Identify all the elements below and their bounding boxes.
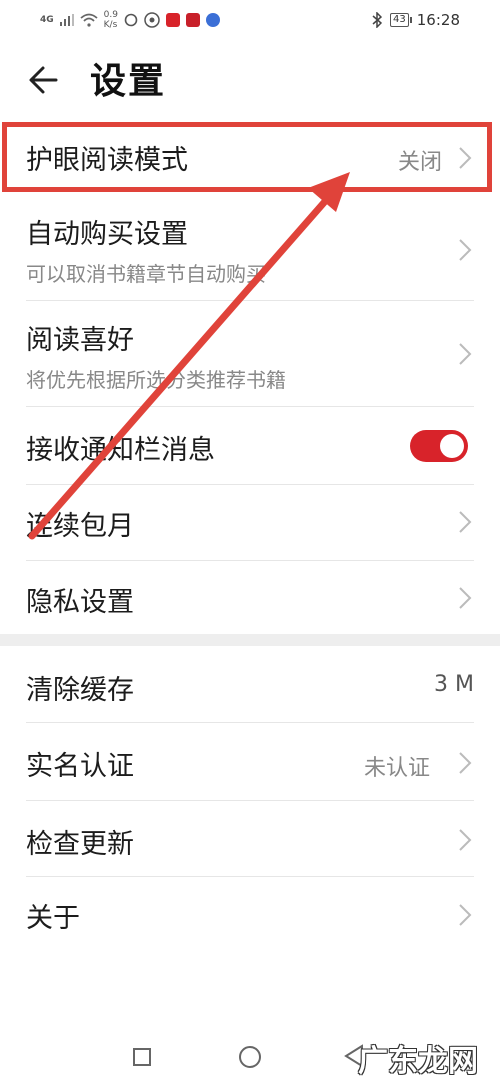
status-bar: 4G 0.9 K/s 43 16:28: [0, 0, 500, 40]
divider: [26, 406, 474, 407]
section-gap: [0, 634, 500, 646]
row-value: 未认证: [363, 756, 430, 781]
chevron-right-icon: [459, 511, 472, 533]
weibo-icon: [165, 13, 180, 27]
settings-row-check-update[interactable]: 检查更新: [0, 802, 500, 876]
row-label: 清除缓存: [26, 675, 134, 706]
system-nav-bar: 广东龙网: [0, 1030, 500, 1084]
row-subtitle: 将优先根据所选分类推荐书籍: [26, 368, 286, 392]
music-icon: [205, 13, 220, 27]
watermark: 广东龙网: [358, 1044, 478, 1079]
settings-row-notifications: 接收通知栏消息: [0, 408, 500, 484]
settings-row-reading-preference[interactable]: 阅读喜好 将优先根据所选分类推荐书籍: [0, 302, 500, 406]
divider: [26, 300, 474, 301]
divider: [26, 800, 474, 801]
settings-row-clear-cache[interactable]: 清除缓存 3 M: [0, 646, 500, 722]
row-label: 关于: [26, 903, 80, 934]
bluetooth-icon: [372, 12, 383, 28]
app-header: 设置: [0, 40, 500, 120]
net-speed: 0.9 K/s: [103, 10, 118, 30]
battery-icon: 43: [390, 13, 412, 27]
settings-row-auto-purchase[interactable]: 自动购买设置 可以取消书籍章节自动购买: [0, 196, 500, 300]
sync-icon: [124, 13, 138, 27]
row-label: 接收通知栏消息: [26, 435, 215, 466]
row-subtitle: 可以取消书籍章节自动购买: [26, 262, 266, 286]
signal-bars-icon: [59, 14, 74, 26]
row-label: 自动购买设置: [26, 219, 188, 250]
divider: [26, 484, 474, 485]
row-label: 隐私设置: [26, 587, 134, 618]
status-left: 4G 0.9 K/s: [40, 6, 220, 34]
divider: [26, 560, 474, 561]
divider: [26, 722, 474, 723]
settings-row-monthly-subscription[interactable]: 连续包月: [0, 486, 500, 560]
settings-row-real-name[interactable]: 实名认证 未认证: [0, 724, 500, 800]
divider: [26, 876, 474, 877]
clock: 16:28: [416, 11, 460, 29]
cache-size: 3 M: [434, 672, 474, 697]
mail-icon: [185, 13, 200, 27]
chevron-right-icon: [459, 343, 472, 365]
settings-row-about[interactable]: 关于: [0, 878, 500, 952]
notification-toggle[interactable]: [410, 430, 468, 462]
row-label: 阅读喜好: [26, 325, 134, 356]
row-label: 检查更新: [26, 829, 134, 860]
back-arrow-icon[interactable]: [26, 58, 66, 102]
status-right: 43 16:28: [372, 6, 460, 34]
row-label: 连续包月: [26, 511, 134, 542]
settings-row-privacy[interactable]: 隐私设置: [0, 562, 500, 634]
wifi-icon: [80, 13, 98, 27]
chevron-right-icon: [459, 829, 472, 851]
recent-apps-icon[interactable]: [133, 1048, 151, 1066]
toggle-knob: [440, 434, 464, 458]
chevron-right-icon: [459, 587, 472, 609]
chevron-right-icon: [459, 904, 472, 926]
chevron-right-icon: [459, 239, 472, 261]
signal-icon: 4G: [40, 15, 54, 25]
annotation-highlight-box: [2, 122, 492, 192]
chevron-right-icon: [459, 752, 472, 774]
home-icon[interactable]: [239, 1046, 261, 1068]
page-title: 设置: [90, 61, 167, 102]
app-notification-icon: [144, 12, 160, 28]
row-label: 实名认证: [26, 751, 134, 782]
